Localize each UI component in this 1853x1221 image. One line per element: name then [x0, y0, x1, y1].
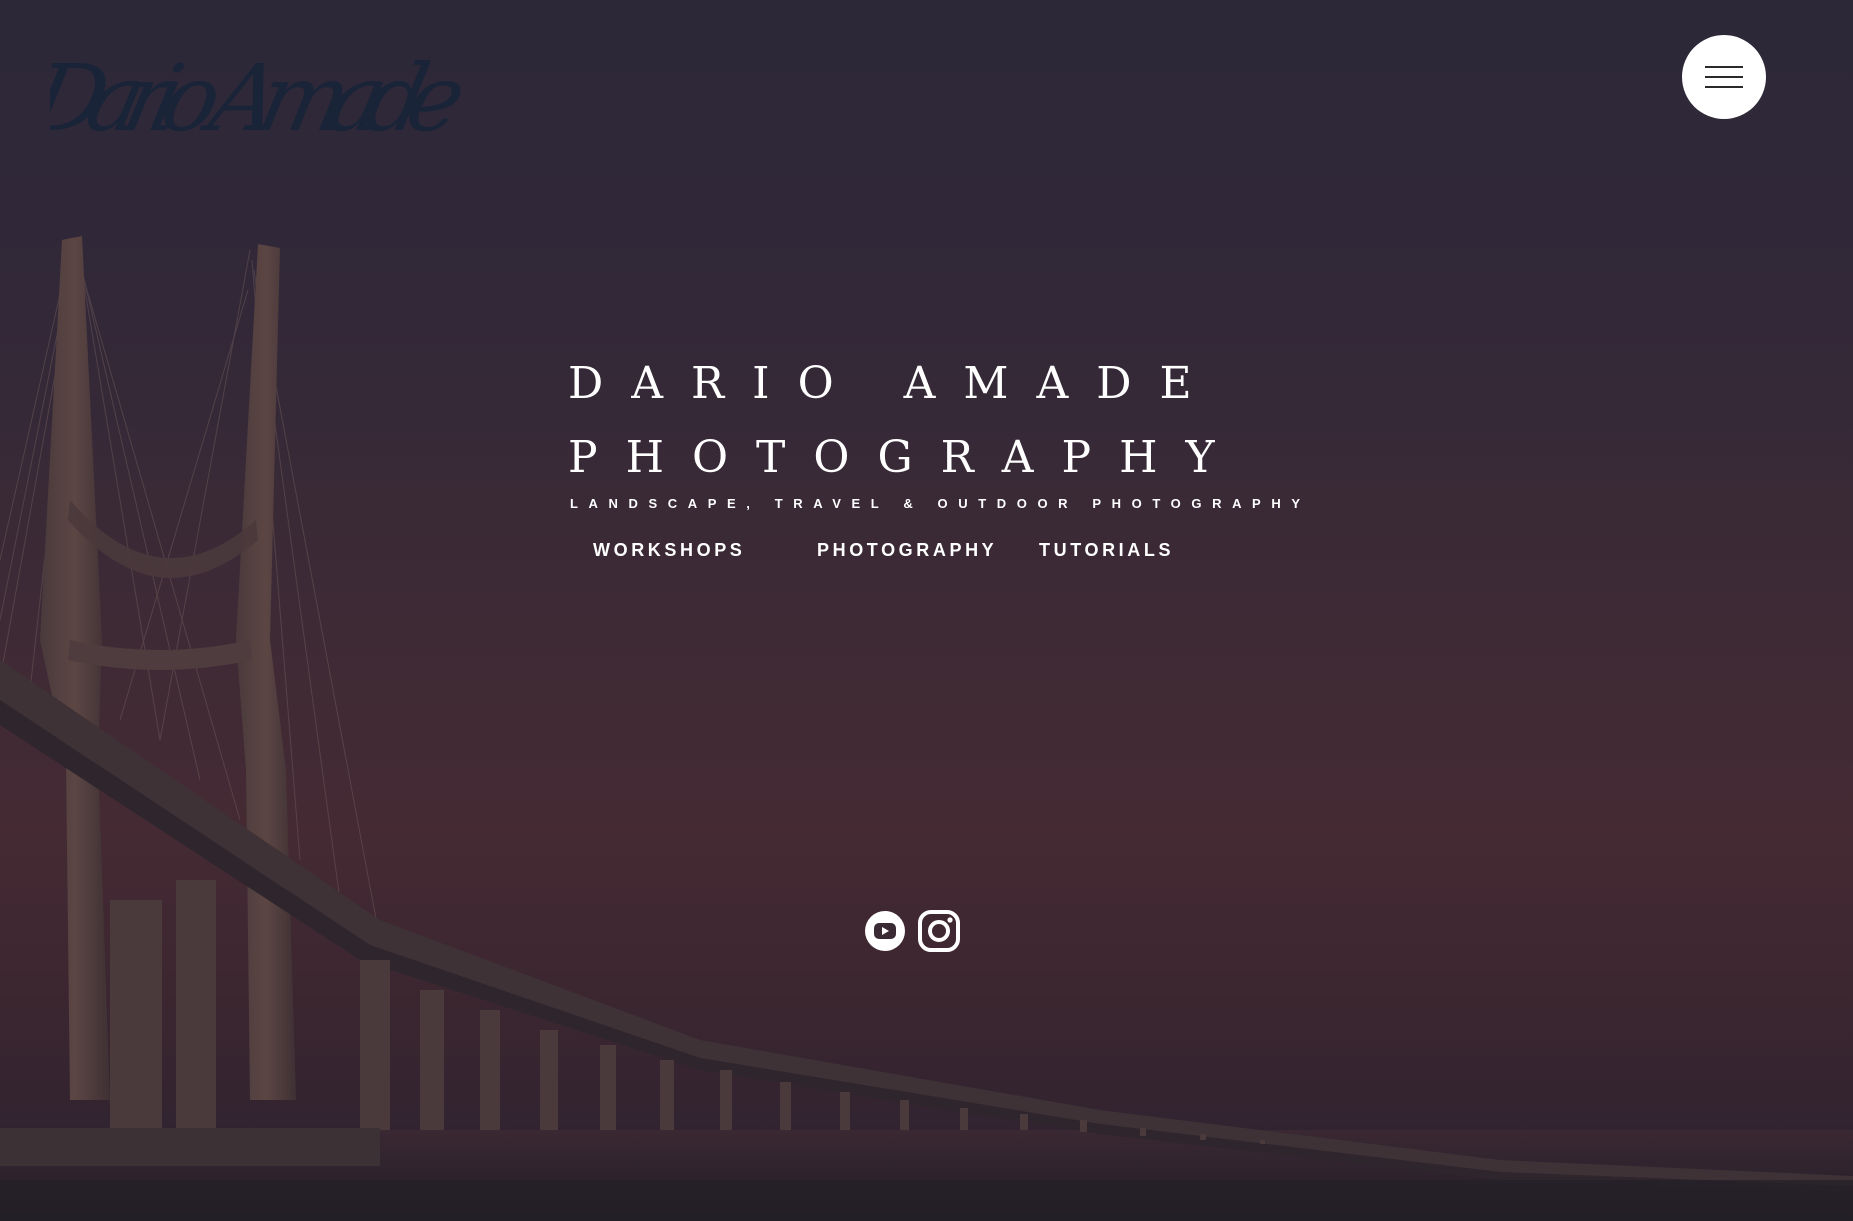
youtube-icon[interactable]: [863, 909, 907, 953]
instagram-icon[interactable]: [917, 909, 961, 953]
hero-title-line-2: PHOTOGRAPHY: [568, 432, 1243, 483]
background-bridge-image: [0, 236, 1853, 1221]
logo-text: Dario Amade: [50, 45, 475, 152]
nav-link-tutorials[interactable]: TUTORIALS: [1039, 540, 1174, 561]
nav-link-workshops[interactable]: WORKSHOPS: [593, 540, 745, 561]
nav-link-photography[interactable]: PHOTOGRAPHY: [817, 540, 997, 561]
site-logo[interactable]: Dario Amade: [50, 20, 490, 170]
hero-subtitle: LANDSCAPE, TRAVEL & OUTDOOR PHOTOGRAPHY: [570, 496, 1311, 511]
hero-title-line-1: DARIO AMADE: [568, 358, 1220, 409]
menu-button[interactable]: [1682, 35, 1766, 119]
page: Dario Amade DARIO AMADE PHOTOGRAPHY LAND…: [0, 0, 1853, 1221]
